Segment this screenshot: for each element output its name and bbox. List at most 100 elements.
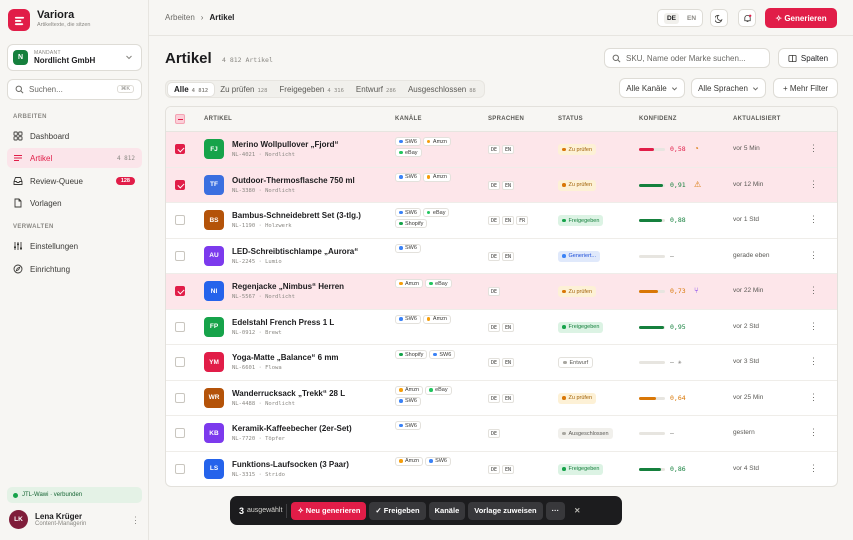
table-header: ARTIKEL KANÄLE SPRACHEN STATUS KONFIDENZ… <box>166 107 837 132</box>
theme-toggle-button[interactable] <box>710 9 728 27</box>
product-title[interactable]: Bambus-Schneidebrett Set (3-tlg.) <box>232 211 361 220</box>
row-menu-icon[interactable]: ⋮ <box>809 321 818 332</box>
updated-time: vor 1 Std <box>733 216 760 223</box>
channels-button[interactable]: Kanäle <box>428 501 466 520</box>
product-title[interactable]: Funktions-Laufsocken (3 Paar) <box>232 460 349 469</box>
product-thumbnail: FJ <box>204 139 224 159</box>
channel-label: eBay <box>405 149 418 156</box>
tab-count: 4 316 <box>327 87 344 94</box>
channel-label: eBay <box>435 280 448 287</box>
status-label: Zu prüfen <box>568 146 593 153</box>
language-option-active[interactable]: DE <box>663 12 680 24</box>
product-title[interactable]: Merino Wollpullover „Fjord“ <box>232 140 339 149</box>
row-checkbox[interactable] <box>175 463 185 474</box>
column-header-languages[interactable]: SPRACHEN <box>488 116 524 122</box>
table-row[interactable]: NI Regenjacke „Nimbus“ Herren NL-5567 · No… <box>166 274 837 310</box>
table-row[interactable]: KB Keramik-Kaffeebecher (2er-Set) NL-7720 … <box>166 416 837 452</box>
tab-count: 128 <box>257 87 268 94</box>
sidebar-item-label: Artikel <box>30 153 53 163</box>
select-all-checkbox[interactable] <box>175 114 185 124</box>
generate-button[interactable]: ✧ Generieren <box>765 8 837 28</box>
app-logo[interactable] <box>8 9 30 31</box>
channel-dot-icon <box>429 388 433 392</box>
row-menu-icon[interactable]: ⋮ <box>809 143 818 154</box>
table-row[interactable]: YM Yoga-Matte „Balance“ 6 mm NL-6601 · Flo… <box>166 345 837 381</box>
tab-entwurf[interactable]: Entwurf 286 <box>350 83 402 96</box>
sidebar-item-artikel[interactable]: Artikel 4 812 <box>7 148 142 168</box>
column-header-updated[interactable]: AKTUALISIERT <box>733 116 781 122</box>
column-header-status[interactable]: STATUS <box>558 116 583 122</box>
user-profile[interactable]: LK Lena Krüger Content-Managerin <box>9 510 86 529</box>
table-row[interactable]: FJ Merino Wollpullover „Fjord“ NL-4021 · N… <box>166 132 837 168</box>
row-menu-icon[interactable]: ⋮ <box>809 285 818 296</box>
tenant-badge: N <box>13 50 28 65</box>
row-checkbox[interactable] <box>175 428 185 438</box>
language-toggle[interactable]: DE EN <box>657 9 703 27</box>
notifications-button[interactable] <box>738 9 756 27</box>
language-option[interactable]: EN <box>687 15 696 22</box>
user-menu-icon[interactable]: ⋮ <box>131 515 140 526</box>
language-code: DE <box>488 145 501 154</box>
close-bulk-bar-button[interactable]: ✕ <box>568 502 586 520</box>
sidebar-item-vorlagen[interactable]: Vorlagen <box>7 193 142 213</box>
article-search-input[interactable]: SKU, Name oder Marke suchen... <box>604 48 770 68</box>
language-filter[interactable]: Alle Sprachen <box>691 78 766 98</box>
table-row[interactable]: LS Funktions-Laufsocken (3 Paar) NL-3315 ·… <box>166 452 837 487</box>
row-menu-icon[interactable]: ⋮ <box>809 179 818 190</box>
tenant-switcher[interactable]: N MANDANT Nordlicht GmbH <box>7 44 142 71</box>
row-checkbox[interactable] <box>175 215 185 225</box>
product-title[interactable]: Wanderrucksack „Trekk“ 28 L <box>232 389 345 398</box>
column-header-article[interactable]: ARTIKEL <box>204 116 232 122</box>
channel-filter[interactable]: Alle Kanäle <box>619 78 685 98</box>
row-menu-icon[interactable]: ⋮ <box>809 214 818 225</box>
product-title[interactable]: Keramik-Kaffeebecher (2er-Set) <box>232 424 352 433</box>
sidebar-item-einstellungen[interactable]: Einstellungen <box>7 236 142 256</box>
table-row[interactable]: WR Wanderrucksack „Trekk“ 28 L NL-4488 · N… <box>166 381 837 416</box>
table-row[interactable]: AU LED-Schreibtischlampe „Aurora“ NL-2245 … <box>166 239 837 274</box>
row-menu-icon[interactable]: ⋮ <box>809 392 818 403</box>
product-title[interactable]: Regenjacke „Nimbus“ Herren <box>232 282 344 291</box>
row-menu-icon[interactable]: ⋮ <box>809 427 818 438</box>
product-thumbnail: TF <box>204 174 224 195</box>
row-menu-icon[interactable]: ⋮ <box>809 250 818 261</box>
row-checkbox[interactable] <box>175 250 185 261</box>
language-list: DE <box>488 429 501 438</box>
row-checkbox[interactable] <box>175 357 185 367</box>
product-title[interactable]: LED-Schreibtischlampe „Aurora“ <box>232 247 358 256</box>
channel-chip: SW6 <box>425 456 451 466</box>
sidebar-item-review-queue[interactable]: Review-Queue 128 <box>7 171 142 191</box>
more-filters-button[interactable]: + Mehr Filter <box>773 78 838 98</box>
sidebar-search[interactable]: Suchen... ⌘K <box>7 79 142 100</box>
row-menu-icon[interactable]: ⋮ <box>809 463 818 474</box>
table-row[interactable]: FP Edelstahl French Press 1 L NL-0912 · Br… <box>166 310 837 345</box>
product-title[interactable]: Edelstahl French Press 1 L <box>232 318 334 327</box>
column-header-confidence[interactable]: KONFIDENZ <box>639 116 677 122</box>
sidebar-item-dashboard[interactable]: Dashboard <box>7 126 142 146</box>
sidebar-item-label: Dashboard <box>30 131 70 141</box>
status-dot-icon <box>562 289 566 294</box>
columns-button[interactable]: Spalten <box>778 48 838 68</box>
assign-template-button[interactable]: Vorlage zuweisen <box>468 501 543 520</box>
product-title[interactable]: Outdoor-Thermosflasche 750 ml <box>232 176 355 185</box>
tab-alle[interactable]: Alle 4 812 <box>168 82 215 96</box>
tab-zu-pruefen[interactable]: Zu prüfen 128 <box>214 83 273 96</box>
tab-ausgeschlossen[interactable]: Ausgeschlossen 88 <box>402 83 482 96</box>
regenerate-button[interactable]: ✧ Neu generieren <box>291 501 367 520</box>
product-title[interactable]: Yoga-Matte „Balance“ 6 mm <box>232 353 339 362</box>
row-menu-icon[interactable]: ⋮ <box>809 356 818 367</box>
tab-freigegeben[interactable]: Freigegeben 4 316 <box>273 83 349 96</box>
approve-button[interactable]: ✓ Freigeben <box>369 501 426 520</box>
row-checkbox[interactable] <box>175 321 185 332</box>
column-header-channels[interactable]: KANÄLE <box>395 116 422 122</box>
row-checkbox[interactable] <box>175 179 185 190</box>
channel-dot-icon <box>399 150 403 155</box>
table-row[interactable]: BS Bambus-Schneidebrett Set (3-tlg.) NL-11… <box>166 203 837 239</box>
row-checkbox[interactable] <box>175 392 185 403</box>
more-actions-button[interactable]: ··· <box>545 501 566 520</box>
breadcrumb-parent[interactable]: Arbeiten <box>165 13 195 22</box>
row-checkbox[interactable] <box>175 286 185 296</box>
sidebar-item-einrichtung[interactable]: Einrichtung <box>7 259 142 279</box>
language-code: EN <box>502 358 515 367</box>
row-checkbox[interactable] <box>175 144 185 154</box>
table-row[interactable]: TF Outdoor-Thermosflasche 750 ml NL-3380 ·… <box>166 167 837 203</box>
